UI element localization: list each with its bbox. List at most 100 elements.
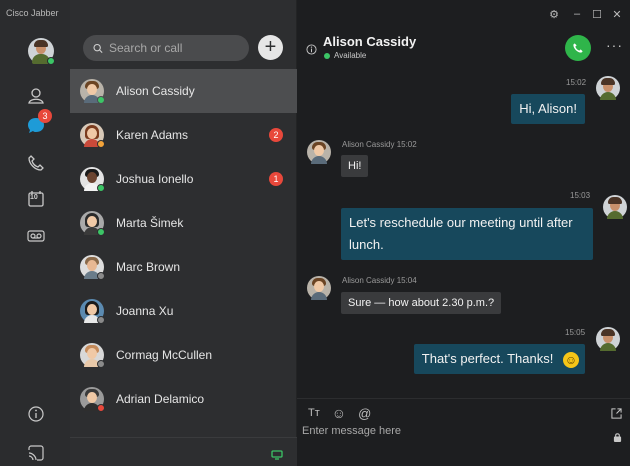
message-input[interactable] [302, 425, 602, 437]
chats-nav-button[interactable]: 3 [24, 109, 52, 137]
avatar [80, 299, 105, 324]
avatar [80, 79, 105, 104]
desktop-phone-icon[interactable] [271, 447, 283, 465]
chats-badge: 3 [38, 109, 52, 123]
contact-item-joanna-xu[interactable]: Joanna Xu [70, 289, 297, 333]
avatar [307, 276, 331, 300]
text-format-icon[interactable]: Tт [308, 407, 320, 419]
message-bubble-incoming: Hi! [341, 155, 369, 177]
avatar [307, 140, 331, 164]
message-text: That's perfect. Thanks! [421, 351, 554, 366]
cast-nav-button[interactable] [24, 441, 48, 465]
status-dot [97, 272, 105, 280]
smiley-emoji-icon: ☺ [563, 351, 579, 368]
status-dot [97, 140, 105, 148]
chat-pane: ⚙ – ☐ ✕ Alison Cassidy Available ··· 15:… [297, 0, 630, 466]
phone-icon [28, 155, 44, 171]
nav-rail: Cisco Jabber 3 10 [0, 0, 70, 466]
calls-nav-button[interactable] [24, 151, 48, 175]
peer-name: Alison Cassidy [323, 34, 417, 49]
message-composer: Tт ☺ @ [297, 398, 630, 466]
search-input[interactable] [109, 41, 249, 55]
message-sender-time: Alison Cassidy 15:04 [342, 276, 417, 285]
minimize-button[interactable]: – [570, 8, 584, 20]
info-icon [28, 406, 44, 422]
avatar [80, 211, 105, 236]
message-bubble-outgoing: Hi, Alison! [511, 94, 585, 124]
contact-item-alison-cassidy[interactable]: Alison Cassidy [70, 69, 297, 113]
avatar [80, 387, 105, 412]
contact-list: Alison Cassidy Karen Adams 2 Joshua Ione… [70, 69, 297, 421]
phone-icon [573, 43, 583, 53]
avatar [596, 76, 620, 100]
contact-item-marta-simek[interactable]: Marta Šimek [70, 201, 297, 245]
popout-icon[interactable] [611, 406, 622, 424]
avatar [596, 327, 620, 351]
contact-name: Joshua Ionello [116, 172, 194, 186]
contact-item-marc-brown[interactable]: Marc Brown [70, 245, 297, 289]
mention-icon[interactable]: @ [358, 406, 371, 421]
status-dot [324, 53, 330, 59]
status-dot [97, 228, 105, 236]
maximize-button[interactable]: ☐ [590, 8, 604, 21]
contact-name: Karen Adams [116, 128, 189, 142]
settings-gear-icon[interactable]: ⚙ [547, 8, 561, 21]
contacts-nav-button[interactable] [24, 84, 48, 108]
message-timestamp: 15:02 [566, 78, 587, 87]
voicemail-nav-button[interactable] [24, 224, 48, 248]
contact-name: Alison Cassidy [116, 84, 195, 98]
message-bubble-incoming: Sure — how about 2.30 p.m.? [341, 292, 502, 314]
message-bubble-outgoing: That's perfect. Thanks! ☺ [413, 344, 585, 374]
emoji-icon[interactable]: ☺ [332, 405, 346, 421]
more-options-button[interactable]: ··· [606, 37, 623, 53]
message-bubble-outgoing: Let's reschedule our meeting until after… [341, 208, 593, 260]
peer-status: Available [334, 51, 367, 60]
title-bar: ⚙ – ☐ ✕ [297, 0, 630, 28]
status-dot [97, 360, 105, 368]
app-title: Cisco Jabber [6, 8, 59, 18]
contact-item-cormag-mccullen[interactable]: Cormag McCullen [70, 333, 297, 377]
avatar [80, 343, 105, 368]
avatar [603, 195, 627, 219]
contact-item-adrian-delamico[interactable]: Adrian Delamico [70, 377, 297, 421]
status-dot [97, 184, 105, 192]
contact-name: Marc Brown [116, 260, 181, 274]
info-nav-button[interactable] [24, 402, 48, 426]
message-sender-time: Alison Cassidy 15:02 [342, 140, 417, 149]
status-dot [97, 404, 105, 412]
contact-name: Joanna Xu [116, 304, 174, 318]
info-icon[interactable] [306, 42, 317, 60]
composer-toolbar: Tт ☺ @ [308, 405, 371, 421]
avatar [80, 255, 105, 280]
lock-icon [613, 429, 622, 447]
cast-icon [28, 445, 44, 461]
unread-badge: 1 [269, 172, 283, 186]
call-button[interactable] [565, 35, 591, 61]
contact-name: Marta Šimek [116, 216, 184, 230]
message-list: 15:02 Hi, Alison! Alison Cassidy 15:02 H… [297, 70, 630, 395]
contact-name: Cormag McCullen [116, 348, 213, 362]
chat-header: Alison Cassidy Available ··· [297, 28, 630, 68]
status-dot [97, 96, 105, 104]
message-timestamp: 15:05 [565, 328, 586, 337]
contact-name: Adrian Delamico [116, 392, 205, 406]
close-button[interactable]: ✕ [610, 8, 624, 21]
search-icon [93, 43, 103, 53]
avatar [80, 123, 105, 148]
status-dot [97, 316, 105, 324]
my-status-dot [47, 57, 55, 65]
message-timestamp: 15:03 [570, 191, 591, 200]
search-box[interactable] [83, 35, 249, 61]
add-button[interactable]: + [258, 35, 283, 60]
person-icon [28, 88, 44, 104]
calendar-day: 10 [30, 194, 38, 201]
contact-item-karen-adams[interactable]: Karen Adams 2 [70, 113, 297, 157]
contact-list-pane: + Alison Cassidy Karen Adams 2 Joshua Io… [70, 0, 297, 466]
list-footer [70, 437, 297, 466]
unread-badge: 2 [269, 128, 283, 142]
contact-item-joshua-ionello[interactable]: Joshua Ionello 1 [70, 157, 297, 201]
voicemail-icon [27, 230, 45, 242]
my-avatar[interactable] [28, 38, 55, 65]
meetings-nav-button[interactable]: 10 [24, 187, 48, 211]
avatar [80, 167, 105, 192]
